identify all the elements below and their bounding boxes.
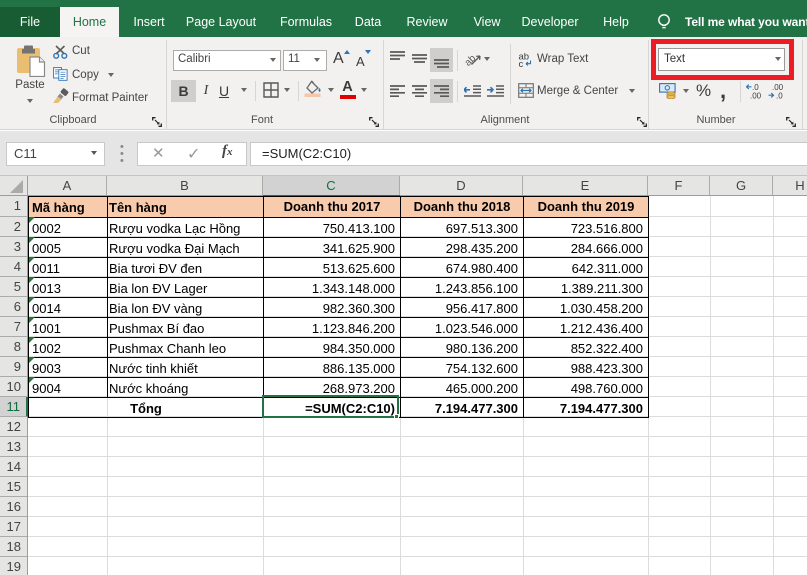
svg-text:.00: .00 xyxy=(750,92,762,100)
svg-text:c: c xyxy=(519,59,524,68)
svg-text:.0: .0 xyxy=(776,92,783,100)
